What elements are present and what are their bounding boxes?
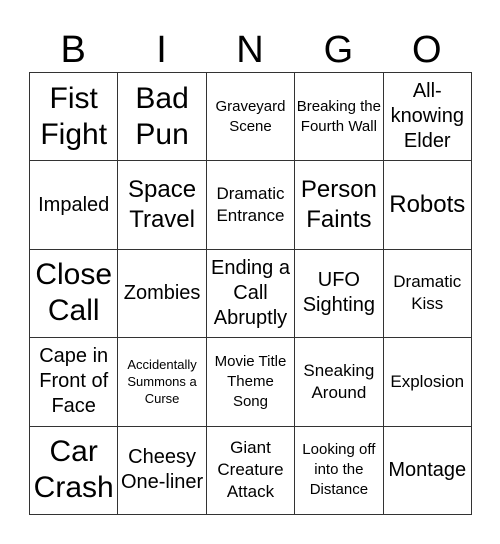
bingo-cell-label: Dramatic Entrance xyxy=(216,184,285,226)
grid-row: Car Crash Cheesy One-liner Giant Creature … xyxy=(28,425,472,515)
bingo-cell-label: Graveyard Scene xyxy=(215,97,286,135)
header-letter-i: I xyxy=(156,29,167,71)
bingo-cell-label: Ending a Call Abruptly xyxy=(210,256,290,329)
header-letter-g: G xyxy=(323,29,354,71)
bingo-cell[interactable]: Explosion xyxy=(382,337,472,427)
bingo-cell[interactable]: Impaled xyxy=(28,160,119,250)
bingo-cell-label: UFO Sighting xyxy=(302,269,375,317)
bingo-cell-label: Robots xyxy=(389,191,466,219)
bingo-cell-label: Close Call xyxy=(35,258,113,328)
bingo-cell[interactable]: Giant Creature Attack xyxy=(205,425,296,515)
grid-row: Fist Fight Bad Pun Graveyard Scene Breaking… xyxy=(28,71,472,162)
bingo-cell-label: Car Crash xyxy=(33,435,114,505)
bingo-cell[interactable]: Person Faints xyxy=(294,160,384,250)
bingo-cell[interactable]: Bad Pun xyxy=(117,71,207,162)
bingo-cell-label: Cheesy One-liner xyxy=(120,446,204,494)
bingo-cell-label: Impaled xyxy=(38,193,110,216)
bingo-cell[interactable]: Space Travel xyxy=(117,160,207,250)
bingo-cell-label: Accidentally Summons a Curse xyxy=(127,357,197,407)
header-letter-b: B xyxy=(60,29,86,71)
header-letter-o: O xyxy=(411,29,442,71)
bingo-cell[interactable]: Dramatic Kiss xyxy=(382,248,472,339)
grid-row: Cape in Front of Face Accidentally Summon… xyxy=(28,337,472,427)
bingo-cell[interactable]: Fist Fight xyxy=(28,71,119,162)
bingo-cell-label: Fist Fight xyxy=(40,81,108,151)
bingo-cell-label: Dramatic Kiss xyxy=(393,272,462,314)
bingo-cell[interactable]: Robots xyxy=(382,160,472,250)
bingo-cell[interactable]: Close Call xyxy=(28,248,119,339)
bingo-grid: Fist Fight Bad Pun Graveyard Scene Breaking… xyxy=(28,71,472,515)
bingo-cell[interactable]: Graveyard Scene xyxy=(205,71,296,162)
bingo-cell[interactable]: Zombies xyxy=(117,248,207,339)
header-letter-n: N xyxy=(236,29,264,71)
bingo-cell-label: Zombies xyxy=(123,281,201,304)
bingo-cell-label: Breaking the Fourth Wall xyxy=(296,97,381,135)
bingo-cell[interactable]: Montage xyxy=(382,425,472,515)
bingo-cell[interactable]: Cheesy One-liner xyxy=(117,425,207,515)
bingo-cell[interactable]: All-knowing Elder xyxy=(382,71,472,162)
bingo-cell-label: Person Faints xyxy=(300,176,377,234)
bingo-cell-label: All-knowing Elder xyxy=(390,80,464,153)
bingo-cell[interactable]: Movie Title Theme Song xyxy=(205,337,296,427)
bingo-cell-label: Explosion xyxy=(390,371,465,391)
bingo-cell-label: Sneaking Around xyxy=(303,360,375,402)
bingo-cell[interactable]: Car Crash xyxy=(28,425,119,515)
bingo-cell[interactable]: Cape in Front of Face xyxy=(28,337,119,427)
bingo-cell[interactable]: Sneaking Around xyxy=(294,337,384,427)
bingo-cell-label: Space Travel xyxy=(128,176,197,234)
bingo-cell[interactable]: Accidentally Summons a Curse xyxy=(117,337,207,427)
bingo-cell-label: Cape in Front of Face xyxy=(39,345,109,418)
bingo-cell[interactable]: Breaking the Fourth Wall xyxy=(294,71,384,162)
bingo-cell-label: Giant Creature Attack xyxy=(217,438,284,502)
bingo-cell-label: Montage xyxy=(388,458,467,481)
bingo-cell[interactable]: Ending a Call Abruptly xyxy=(205,248,296,339)
bingo-cell-label: Bad Pun xyxy=(135,81,189,151)
bingo-cell[interactable]: Looking off into the Distance xyxy=(294,425,384,515)
bingo-cell-label: Looking off into the Distance xyxy=(302,441,376,499)
grid-row: Impaled Space Travel Dramatic Entrance Pers… xyxy=(28,160,472,250)
grid-row: Close Call Zombies Ending a Call Abruptly U… xyxy=(28,248,472,339)
bingo-cell-label: Movie Title Theme Song xyxy=(214,352,287,410)
bingo-header: B I N G O xyxy=(29,28,471,72)
bingo-cell[interactable]: Dramatic Entrance xyxy=(205,160,296,250)
bingo-cell[interactable]: UFO Sighting xyxy=(294,248,384,339)
